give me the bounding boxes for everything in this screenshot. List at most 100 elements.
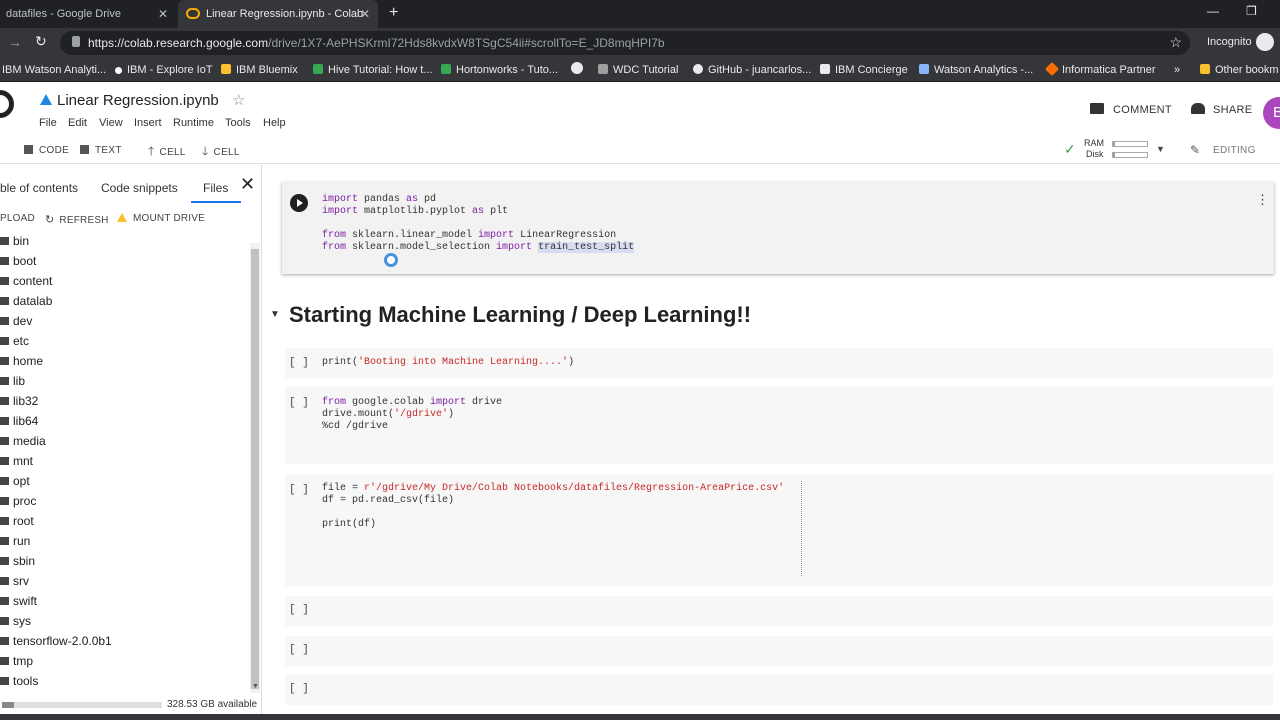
refresh-button[interactable]: ↻ REFRESH <box>45 213 109 226</box>
move-cell-up-button[interactable]: 🡑 CELL <box>148 140 186 164</box>
folder-item[interactable]: content <box>0 274 52 294</box>
close-icon[interactable]: ✕ <box>240 174 255 195</box>
editing-status[interactable]: EDITING <box>1213 140 1256 162</box>
add-text-button[interactable]: TEXT <box>80 140 122 162</box>
menu-insert[interactable]: Insert <box>134 117 162 129</box>
code-cell-print[interactable]: [ ] print('Booting into Machine Learning… <box>285 348 1273 378</box>
comment-button[interactable]: COMMENT <box>1113 104 1172 116</box>
menu-runtime[interactable]: Runtime <box>173 117 214 129</box>
close-icon[interactable]: ✕ <box>158 0 168 28</box>
restore-icon[interactable]: ❐ <box>1246 4 1257 18</box>
bookmark-item[interactable]: IBM Bluemix <box>221 58 298 82</box>
incognito-icon[interactable] <box>1256 33 1274 51</box>
bookmark-item[interactable]: WDC Tutorial <box>598 58 678 82</box>
code-cell-imports[interactable]: import pandas as pd import matplotlib.py… <box>282 182 1274 274</box>
move-cell-down-button[interactable]: 🡓 CELL <box>202 140 240 164</box>
star-icon[interactable]: ☆ <box>232 91 245 109</box>
bookmark-item[interactable]: Informatica Partner <box>1044 58 1156 82</box>
code-cell-empty[interactable]: [ ] <box>285 636 1273 666</box>
minimize-icon[interactable]: — <box>1207 4 1219 18</box>
folder-item[interactable]: datalab <box>0 294 52 314</box>
folder-item[interactable]: dev <box>0 314 32 334</box>
code-editor[interactable]: file = r'/gdrive/My Drive/Colab Notebook… <box>322 483 784 531</box>
tab-colab[interactable]: Linear Regression.ipynb - Colab ✕ <box>178 0 378 28</box>
folder-item[interactable]: media <box>0 434 46 454</box>
folder-item[interactable]: tools <box>0 674 38 694</box>
code-editor[interactable]: from google.colab import drive drive.mou… <box>322 397 502 433</box>
scrollbar-thumb[interactable] <box>251 249 259 689</box>
folder-item[interactable]: boot <box>0 254 36 274</box>
folder-item[interactable]: lib <box>0 374 25 394</box>
bookmark-item[interactable]: Hive Tutorial: How t... <box>313 58 433 82</box>
folder-item[interactable]: opt <box>0 474 30 494</box>
bookmark-item[interactable] <box>571 58 588 82</box>
tab-table-of-contents[interactable]: ble of contents <box>0 181 78 195</box>
folder-item[interactable]: srv <box>0 574 29 594</box>
scroll-down-arrow-icon[interactable]: ▼ <box>252 683 259 690</box>
menu-tools[interactable]: Tools <box>225 117 251 129</box>
folder-item[interactable]: mnt <box>0 454 33 474</box>
code-cell-empty[interactable]: [ ] <box>285 596 1273 626</box>
folder-item[interactable]: tensorflow-2.0.0b1 <box>0 634 112 654</box>
reload-icon[interactable]: ↻ <box>35 33 47 50</box>
menu-file[interactable]: File <box>39 117 57 129</box>
folder-item[interactable]: proc <box>0 494 36 514</box>
avatar[interactable]: B <box>1263 97 1280 129</box>
folder-item[interactable]: sys <box>0 614 31 634</box>
folder-item[interactable]: tmp <box>0 654 33 674</box>
tab-google-drive[interactable]: datafiles - Google Drive ✕ <box>6 0 176 28</box>
bookmarks-overflow[interactable]: » <box>1174 58 1180 82</box>
folder-item[interactable]: lib32 <box>0 394 38 414</box>
cell-run-indicator[interactable]: [ ] <box>289 397 309 409</box>
browser-tab-strip: datafiles - Google Drive ✕ Linear Regres… <box>0 0 1280 28</box>
cell-run-indicator[interactable]: [ ] <box>289 357 309 369</box>
code-editor[interactable]: print('Booting into Machine Learning....… <box>322 357 574 369</box>
notebook-title[interactable]: Linear Regression.ipynb <box>57 92 219 109</box>
code-token: ) <box>568 357 575 368</box>
bookmark-item[interactable]: Watson Analytics -... <box>919 58 1033 82</box>
add-code-button[interactable]: CODE <box>24 140 69 162</box>
cell-run-indicator[interactable]: [ ] <box>289 683 309 695</box>
cell-run-indicator[interactable]: [ ] <box>289 484 309 496</box>
bookmark-item[interactable]: IBM Watson Analyti... <box>2 58 106 82</box>
star-icon[interactable]: ☆ <box>1169 34 1182 51</box>
share-button[interactable]: SHARE <box>1213 104 1252 116</box>
bookmark-item[interactable]: IBM - Explore IoT <box>115 58 213 82</box>
cell-run-indicator[interactable]: [ ] <box>289 604 309 616</box>
folder-item[interactable]: bin <box>0 234 29 254</box>
close-icon[interactable]: ✕ <box>360 0 370 28</box>
upload-button[interactable]: PLOAD <box>0 213 35 224</box>
code-cell-mount[interactable]: [ ] from google.colab import drive drive… <box>285 387 1273 464</box>
tab-files[interactable]: Files <box>203 181 228 195</box>
folder-item[interactable]: home <box>0 354 43 374</box>
menu-view[interactable]: View <box>99 117 123 129</box>
menu-edit[interactable]: Edit <box>68 117 87 129</box>
folder-item[interactable]: run <box>0 534 30 554</box>
folder-item[interactable]: sbin <box>0 554 35 574</box>
tab-code-snippets[interactable]: Code snippets <box>101 181 178 195</box>
folder-item[interactable]: lib64 <box>0 414 38 434</box>
bookmark-item[interactable]: Hortonworks - Tuto... <box>441 58 558 82</box>
more-vert-icon[interactable]: ⋮ <box>1256 192 1269 208</box>
sidebar-scrollbar[interactable] <box>250 243 260 693</box>
run-cell-button[interactable] <box>290 194 308 212</box>
collapse-section-icon[interactable]: ▼ <box>270 309 280 320</box>
mount-drive-button[interactable]: MOUNT DRIVE <box>117 213 205 224</box>
code-cell-empty[interactable]: [ ] <box>285 675 1273 705</box>
menu-help[interactable]: Help <box>263 117 286 129</box>
forward-icon[interactable]: → <box>8 34 22 50</box>
folder-item[interactable]: root <box>0 514 34 534</box>
omnibox[interactable]: https://colab.research.google.com/drive/… <box>60 31 1190 55</box>
bookmark-item[interactable]: GitHub - juancarlos... <box>693 58 811 82</box>
bookmark-item[interactable]: IBM Concierge <box>820 58 908 82</box>
cell-run-indicator[interactable]: [ ] <box>289 644 309 656</box>
new-tab-icon[interactable]: + <box>389 4 398 22</box>
folder-item[interactable]: swift <box>0 594 37 614</box>
chevron-down-icon[interactable]: ▼ <box>1156 144 1165 154</box>
folder-item[interactable]: etc <box>0 334 29 354</box>
code-editor[interactable]: import pandas as pd import matplotlib.py… <box>322 194 635 254</box>
code-token: '/gdrive' <box>394 409 449 420</box>
colab-logo[interactable] <box>0 90 14 118</box>
code-cell-read-csv[interactable]: [ ] file = r'/gdrive/My Drive/Colab Note… <box>285 474 1273 586</box>
bookmark-item[interactable]: Other bookm <box>1200 58 1279 82</box>
